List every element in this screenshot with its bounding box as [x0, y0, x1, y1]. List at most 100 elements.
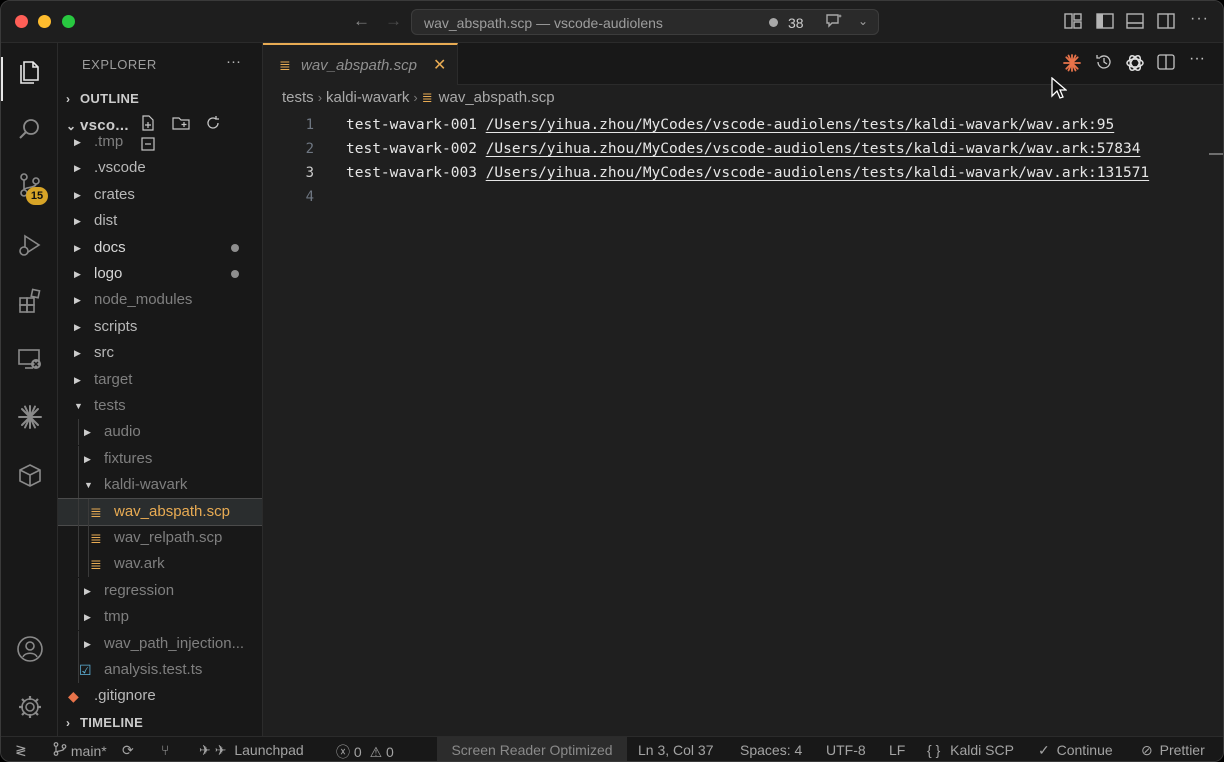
search-icon[interactable] [16, 115, 44, 143]
git-graph-icon[interactable]: ⑂ [161, 742, 169, 758]
tree-item[interactable]: ≣ wav_relpath.scp [58, 525, 262, 551]
maximize-window-button[interactable] [62, 15, 75, 28]
tree-item[interactable]: ▶ node_modules [58, 287, 262, 313]
code-line: 2 test-wavark-002 /Users/yihua.zhou/MyCo… [263, 137, 1223, 161]
cursor-position[interactable]: Ln 3, Col 37 [638, 742, 714, 758]
command-center[interactable]: wav_abspath.scp — vscode-audiolens 38 ⌄ [411, 9, 879, 35]
tree-item[interactable]: ◆ .gitignore [58, 683, 262, 709]
explorer-more-icon[interactable]: ··· [226, 53, 241, 70]
tree-item-label: .tmp [94, 133, 124, 150]
chatgpt-icon[interactable] [1125, 53, 1145, 78]
tree-item[interactable]: ▼ tests [58, 393, 262, 419]
breadcrumb-tests[interactable]: tests [282, 89, 314, 106]
screen-reader-status[interactable]: Screen Reader Optimized [437, 737, 627, 761]
tree-item-label: .vscode [94, 159, 146, 177]
language-mode[interactable]: { } Kaldi SCP [927, 742, 1014, 758]
tree-item[interactable]: ▶ logo [58, 261, 262, 287]
tree-item[interactable]: ▶ scripts [58, 314, 262, 340]
line-number: 1 [305, 117, 314, 133]
continue-item[interactable]: ✓ Continue [1038, 742, 1113, 759]
files-icon[interactable] [16, 57, 44, 85]
back-arrow-icon[interactable]: ← [353, 11, 370, 31]
branch-name: main* [70, 743, 107, 759]
problems-item[interactable]: ⓧ 0 ⚠ 0 [336, 742, 394, 761]
tree-item[interactable]: ▶ target [58, 367, 262, 393]
more-actions-icon[interactable]: ··· [1190, 10, 1209, 28]
chevron-right-icon: ▶ [74, 295, 81, 306]
chevron-right-icon: › [66, 92, 71, 106]
tree-item[interactable]: ☑ analysis.test.ts [58, 657, 262, 683]
tree-item[interactable]: ▶ crates [58, 182, 262, 208]
branch-item[interactable]: main* [53, 742, 107, 759]
line-number: 4 [305, 189, 314, 205]
end-of-line[interactable]: LF [889, 742, 905, 758]
account-icon[interactable] [16, 635, 44, 663]
chevron-down-icon: ▼ [74, 401, 83, 411]
claude-action-icon[interactable] [1062, 53, 1082, 78]
chevron-right-icon: ▶ [74, 374, 81, 385]
tree-item[interactable]: ▶ src [58, 340, 262, 366]
claude-icon[interactable] [16, 403, 44, 431]
breadcrumb-kaldi-wavark[interactable]: kaldi-wavark [326, 89, 409, 106]
toggle-panel-icon[interactable] [1126, 12, 1144, 30]
customize-layout-icon[interactable] [1064, 12, 1082, 30]
file-lines-icon: ≣ [90, 503, 102, 520]
tree-item-label: crates [94, 185, 135, 203]
extensions-icon[interactable] [16, 287, 44, 315]
indentation[interactable]: Spaces: 4 [740, 742, 802, 758]
tree-item[interactable]: ▶ .vscode [58, 155, 262, 181]
tree-item[interactable]: ≣ wav_abspath.scp [58, 497, 262, 526]
tree-item[interactable]: ▶ docs [58, 235, 262, 261]
wav-path-link[interactable]: /Users/yihua.zhou/MyCodes/vscode-audiole… [486, 117, 1115, 133]
tree-item[interactable]: ▶ dist [58, 208, 262, 234]
chevron-right-icon: ▶ [84, 453, 91, 464]
tree-item[interactable]: ▶ audio [58, 419, 262, 446]
encoding[interactable]: UTF-8 [826, 742, 866, 758]
remote-explorer-icon[interactable] [16, 345, 44, 373]
indent-guide [78, 445, 79, 472]
indent-guide [78, 472, 79, 499]
launchpad-item[interactable]: ✈ ✈ Launchpad [199, 742, 304, 759]
close-window-button[interactable] [15, 15, 28, 28]
tree-item[interactable]: ▶ fixtures [58, 445, 262, 472]
tree-item-label: wav.ark [114, 555, 165, 573]
toggle-secondary-sidebar-icon[interactable] [1157, 12, 1175, 30]
chat-icon[interactable] [825, 13, 843, 33]
timeline-section[interactable]: › TIMELINE [66, 715, 143, 730]
settings-gear-icon[interactable] [16, 693, 44, 721]
tree-item-label: wav_path_injection... [104, 634, 245, 652]
run-debug-icon[interactable] [16, 231, 44, 259]
toggle-primary-sidebar-icon[interactable] [1096, 12, 1114, 30]
chevron-down-icon[interactable]: ⌄ [858, 14, 868, 28]
tree-item-label: tmp [104, 608, 130, 626]
code-line: 1 test-wavark-001 /Users/yihua.zhou/MyCo… [263, 113, 1223, 137]
prettier-item[interactable]: ⊘ Prettier [1141, 742, 1205, 759]
outline-section[interactable]: › OUTLINE [66, 91, 139, 106]
mouse-cursor-icon [1051, 77, 1067, 99]
tab-wav-abspath[interactable]: ≣ wav_abspath.scp ✕ [263, 43, 458, 85]
sync-icon[interactable]: ⟳ [122, 742, 134, 759]
utterance-key: test-wavark-001 [346, 117, 477, 133]
tree-item[interactable]: ▶ wav_path_injection... [58, 630, 262, 657]
package-icon[interactable] [16, 461, 44, 489]
forward-arrow-icon[interactable]: → [385, 11, 402, 31]
chevron-right-icon: ▶ [84, 638, 91, 649]
modified-dot-icon [231, 243, 239, 252]
remote-icon[interactable]: ≷ [15, 742, 27, 759]
split-editor-icon[interactable] [1157, 53, 1175, 76]
rocket-icon: ✈ [214, 742, 227, 758]
tree-item[interactable]: ▶ .tmp [58, 129, 262, 155]
tree-item[interactable]: ▼ kaldi-wavark [58, 472, 262, 499]
minimize-window-button[interactable] [38, 15, 51, 28]
tree-item[interactable]: ▶ regression [58, 577, 262, 604]
tree-item[interactable]: ▶ tmp [58, 604, 262, 631]
editor-more-icon[interactable]: ··· [1189, 50, 1205, 68]
tree-item[interactable]: ≣ wav.ark [58, 551, 262, 578]
timeline-history-icon[interactable] [1095, 53, 1113, 76]
wav-path-link[interactable]: /Users/yihua.zhou/MyCodes/vscode-audiole… [486, 165, 1149, 181]
close-icon[interactable]: ✕ [433, 55, 446, 75]
breadcrumb-file[interactable]: wav_abspath.scp [439, 89, 555, 106]
chevron-right-icon: ▶ [74, 348, 81, 359]
overview-ruler-mark [1209, 153, 1223, 155]
wav-path-link[interactable]: /Users/yihua.zhou/MyCodes/vscode-audiole… [486, 141, 1141, 157]
